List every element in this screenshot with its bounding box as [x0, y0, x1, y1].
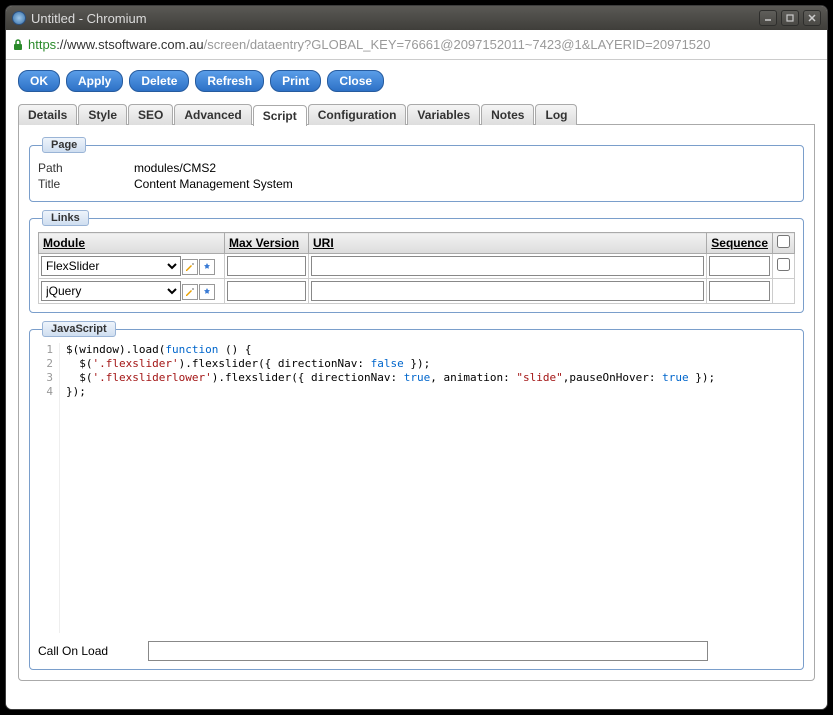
code-editor[interactable]: 1234 $(window).load(function () { $('.fl…	[38, 343, 795, 633]
refresh-button[interactable]: Refresh	[195, 70, 264, 92]
path-label: Path	[38, 161, 134, 175]
page-legend: Page	[42, 137, 86, 153]
table-row: jQuery	[39, 279, 795, 304]
tab-style[interactable]: Style	[78, 104, 127, 125]
sequence-input[interactable]	[709, 281, 770, 301]
tab-notes[interactable]: Notes	[481, 104, 534, 125]
table-row: FlexSlider	[39, 254, 795, 279]
uri-input[interactable]	[311, 281, 704, 301]
tab-variables[interactable]: Variables	[407, 104, 480, 125]
lock-icon	[12, 38, 24, 52]
apply-button[interactable]: Apply	[66, 70, 123, 92]
col-max-version[interactable]: Max Version	[225, 233, 309, 254]
url-host: ://www.stsoftware.com.au	[56, 37, 203, 52]
max-version-input[interactable]	[227, 256, 306, 276]
call-on-load-input[interactable]	[148, 641, 708, 661]
delete-button[interactable]: Delete	[129, 70, 189, 92]
row-checkbox[interactable]	[777, 258, 790, 271]
call-on-load-label: Call On Load	[38, 644, 138, 658]
maximize-button[interactable]	[781, 10, 799, 26]
close-window-button[interactable]	[803, 10, 821, 26]
window-title: Untitled - Chromium	[31, 11, 759, 26]
tab-configuration[interactable]: Configuration	[308, 104, 407, 125]
links-fieldset: Links Module Max Version URI Sequence Fl…	[29, 210, 804, 313]
url-path: /screen/dataentry?GLOBAL_KEY=76661@20971…	[204, 37, 711, 52]
title-value: Content Management System	[134, 177, 293, 191]
title-label: Title	[38, 177, 134, 191]
links-table: Module Max Version URI Sequence FlexSlid…	[38, 232, 795, 304]
tab-log[interactable]: Log	[535, 104, 577, 125]
url-protocol: https	[28, 37, 56, 52]
module-select[interactable]: FlexSlider	[41, 256, 181, 276]
line-gutter: 1234	[38, 343, 60, 633]
add-icon[interactable]	[199, 284, 215, 300]
titlebar: Untitled - Chromium	[6, 6, 827, 30]
browser-window: Untitled - Chromium https ://www.stsoftw…	[5, 5, 828, 710]
script-panel: Page Pathmodules/CMS2 TitleContent Manag…	[18, 124, 815, 681]
col-select-all[interactable]	[773, 233, 795, 254]
uri-input[interactable]	[311, 256, 704, 276]
tab-bar: Details Style SEO Advanced Script Config…	[18, 104, 815, 125]
module-select[interactable]: jQuery	[41, 281, 181, 301]
minimize-button[interactable]	[759, 10, 777, 26]
tab-advanced[interactable]: Advanced	[174, 104, 251, 125]
max-version-input[interactable]	[227, 281, 306, 301]
tab-seo[interactable]: SEO	[128, 104, 173, 125]
edit-icon[interactable]	[182, 284, 198, 300]
tab-details[interactable]: Details	[18, 104, 77, 125]
edit-icon[interactable]	[182, 259, 198, 275]
col-module[interactable]: Module	[39, 233, 225, 254]
close-button[interactable]: Close	[327, 70, 384, 92]
page-content: OK Apply Delete Refresh Print Close Deta…	[6, 60, 827, 709]
address-bar[interactable]: https ://www.stsoftware.com.au /screen/d…	[6, 30, 827, 60]
sequence-input[interactable]	[709, 256, 770, 276]
javascript-fieldset: JavaScript 1234 $(window).load(function …	[29, 321, 804, 670]
select-all-checkbox[interactable]	[777, 235, 790, 248]
code-text[interactable]: $(window).load(function () { $('.flexsli…	[60, 343, 715, 633]
add-icon[interactable]	[199, 259, 215, 275]
col-sequence[interactable]: Sequence	[707, 233, 773, 254]
chromium-icon	[12, 11, 26, 25]
tab-script[interactable]: Script	[253, 105, 307, 126]
links-legend: Links	[42, 210, 89, 226]
action-button-row: OK Apply Delete Refresh Print Close	[18, 70, 815, 92]
print-button[interactable]: Print	[270, 70, 321, 92]
col-uri[interactable]: URI	[309, 233, 707, 254]
javascript-legend: JavaScript	[42, 321, 116, 337]
path-value: modules/CMS2	[134, 161, 216, 175]
page-fieldset: Page Pathmodules/CMS2 TitleContent Manag…	[29, 137, 804, 202]
ok-button[interactable]: OK	[18, 70, 60, 92]
